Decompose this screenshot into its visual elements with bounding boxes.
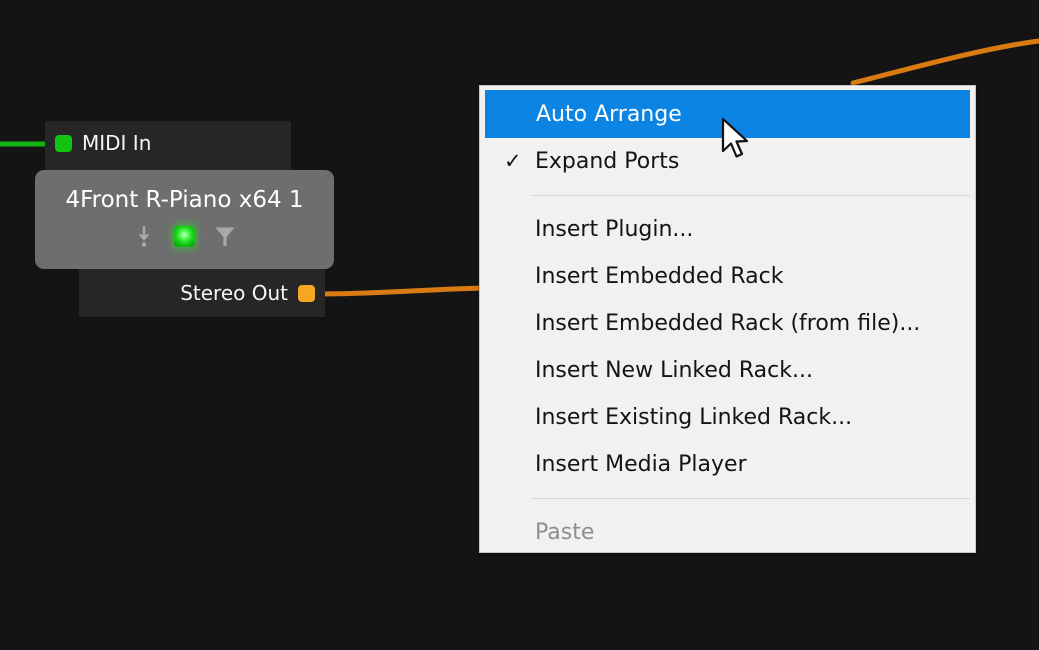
plugin-slot[interactable]: 4Front R-Piano x64 1	[35, 170, 334, 269]
menu-item-label: Insert Embedded Rack	[535, 264, 784, 289]
menu-item-insert-existing-linked-rack[interactable]: Insert Existing Linked Rack...	[484, 394, 971, 441]
menu-item-label: Insert New Linked Rack...	[535, 358, 813, 383]
routing-cable-top-right	[850, 38, 1039, 86]
menu-item-label: Insert Existing Linked Rack...	[535, 405, 853, 430]
menu-item-label: Paste	[535, 520, 595, 545]
menu-item-label: Insert Media Player	[535, 452, 747, 477]
menu-item-label: Insert Embedded Rack (from file)...	[535, 311, 921, 336]
check-icon: ✓	[504, 149, 522, 173]
audio-port-icon[interactable]	[298, 284, 315, 302]
menu-item-insert-embedded-rack-from-file[interactable]: Insert Embedded Rack (from file)...	[484, 300, 971, 347]
node-stereo-out[interactable]: Stereo Out	[79, 267, 325, 317]
menu-separator	[531, 195, 970, 196]
menu-item-insert-new-linked-rack[interactable]: Insert New Linked Rack...	[484, 347, 971, 394]
node-stereo-out-label: Stereo Out	[180, 281, 288, 305]
plugin-title: 4Front R-Piano x64 1	[65, 187, 304, 213]
menu-item-insert-embedded-rack[interactable]: Insert Embedded Rack	[484, 253, 971, 300]
menu-item-label: Insert Plugin...	[535, 217, 694, 242]
menu-item-insert-media-player[interactable]: Insert Media Player	[484, 441, 971, 488]
port-row-stereo-out[interactable]: Stereo Out	[180, 280, 315, 306]
menu-item-auto-arrange[interactable]: Auto Arrange	[485, 90, 970, 138]
port-row-midi-in[interactable]: MIDI In	[55, 130, 151, 156]
midi-filter-icon[interactable]	[213, 224, 237, 248]
plugin-icon-row	[132, 222, 237, 250]
active-led-indicator[interactable]	[174, 225, 195, 247]
load-preset-icon[interactable]	[132, 224, 156, 248]
midi-port-icon[interactable]	[55, 134, 72, 152]
node-midi-in-label: MIDI In	[82, 131, 152, 155]
menu-item-insert-plugin[interactable]: Insert Plugin...	[484, 206, 971, 253]
menu-separator	[531, 498, 970, 499]
menu-item-expand-ports[interactable]: ✓ Expand Ports	[484, 138, 971, 185]
menu-item-label: Expand Ports	[535, 149, 680, 174]
context-menu[interactable]: Auto Arrange ✓ Expand Ports Insert Plugin..…	[479, 85, 976, 553]
menu-item-paste: Paste	[484, 509, 971, 556]
stereo-output-cable	[313, 285, 489, 297]
menu-item-label: Auto Arrange	[536, 101, 682, 127]
